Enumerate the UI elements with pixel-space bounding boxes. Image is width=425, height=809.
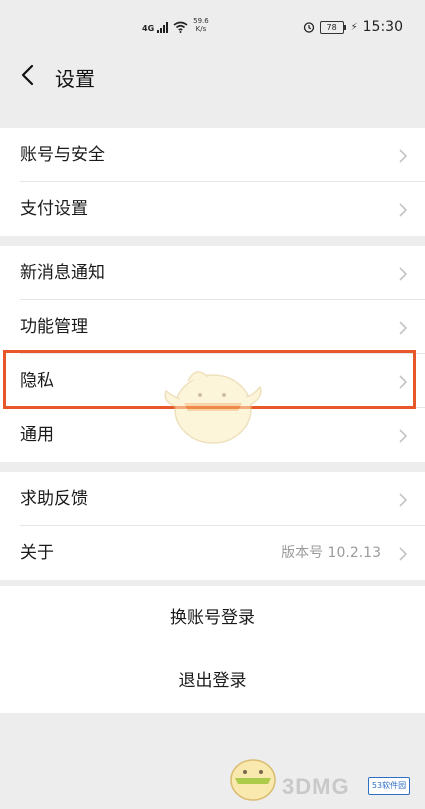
chevron-right-icon	[399, 267, 408, 281]
network-indicator: 4G 59.6 K/s	[142, 17, 209, 33]
switch-account-button[interactable]: 换账号登录	[0, 586, 425, 650]
watermark-text: 3DMG	[282, 774, 350, 799]
chevron-right-icon	[399, 321, 408, 335]
network-type: 4G	[142, 24, 155, 33]
menu-item-label: 求助反馈	[20, 489, 88, 509]
menu-item-feature-management[interactable]: 功能管理	[0, 300, 425, 354]
header: 设置	[0, 50, 425, 104]
network-speed: 59.6 K/s	[193, 17, 209, 33]
menu-item-new-message-notification[interactable]: 新消息通知	[0, 246, 425, 300]
chevron-right-icon	[399, 493, 408, 507]
speed-value: 59.6	[193, 17, 209, 25]
wifi-icon	[173, 21, 188, 33]
charging-icon: ⚡	[350, 21, 358, 33]
watermark-logo-icon	[230, 759, 276, 801]
chevron-left-icon[interactable]	[15, 61, 43, 89]
menu-item-label: 账号与安全	[20, 145, 105, 165]
menu-item-payment-settings[interactable]: 支付设置	[0, 182, 425, 236]
watermark-badge: 53软件园	[368, 777, 410, 795]
chevron-right-icon	[399, 149, 408, 163]
page-title: 设置	[55, 67, 95, 91]
menu-item-about[interactable]: 关于 版本号 10.2.13	[0, 526, 425, 580]
chevron-right-icon	[399, 429, 408, 443]
menu-item-label: 支付设置	[20, 199, 88, 219]
settings-group-support: 求助反馈 关于 版本号 10.2.13	[0, 472, 425, 580]
chevron-right-icon	[399, 547, 408, 561]
clock: 15:30	[362, 19, 403, 35]
speed-unit: K/s	[195, 25, 207, 33]
menu-item-label: 通用	[20, 425, 54, 445]
menu-item-label: 关于	[20, 543, 54, 563]
menu-item-help-feedback[interactable]: 求助反馈	[0, 472, 425, 526]
signal-icon	[157, 22, 169, 33]
alarm-icon	[303, 22, 314, 33]
settings-group-account: 账号与安全 支付设置	[0, 128, 425, 236]
menu-item-account-security[interactable]: 账号与安全	[0, 128, 425, 182]
chevron-right-icon	[399, 203, 408, 217]
status-right: 78 ⚡ 15:30	[303, 19, 403, 35]
menu-item-label: 新消息通知	[20, 263, 105, 283]
menu-item-label: 功能管理	[20, 317, 88, 337]
watermark-mascot-icon	[164, 371, 262, 444]
battery-level: 78	[326, 22, 337, 32]
logout-button[interactable]: 退出登录	[0, 649, 425, 713]
status-bar: 4G 59.6 K/s 78 ⚡ 15:30	[0, 0, 425, 50]
battery-icon: 78	[319, 20, 346, 34]
version-value: 版本号 10.2.13	[281, 545, 381, 561]
